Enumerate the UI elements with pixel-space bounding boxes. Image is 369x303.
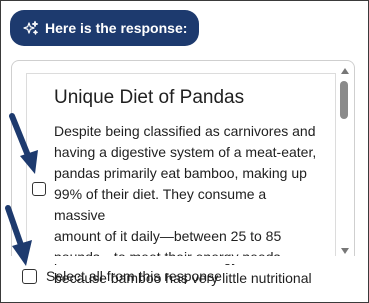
select-all-row[interactable]: Select all from this response <box>22 268 222 284</box>
response-header-label: Here is the response: <box>45 20 188 36</box>
scroll-up-arrow[interactable] <box>341 68 349 74</box>
response-line: 99% of their diet. They consume a massiv… <box>54 186 267 223</box>
response-line: amount of it daily—between 25 to 85 <box>54 228 282 244</box>
response-line: having a digestive system of a meat-eate… <box>54 144 317 160</box>
annotation-arrow-icon <box>5 205 32 266</box>
scrollbar-thumb[interactable] <box>340 81 348 119</box>
paragraph-checkbox[interactable] <box>32 182 46 196</box>
scroll-down-arrow[interactable] <box>341 248 349 254</box>
response-line: pandas primarily eat bamboo, making up <box>54 165 307 181</box>
select-all-checkbox[interactable] <box>22 268 37 284</box>
response-line: Despite being classified as carnivores a… <box>54 123 316 139</box>
annotation-arrow-icon <box>9 113 38 174</box>
select-all-label: Select all from this response <box>46 268 222 284</box>
scroll-area-bottom-mask <box>12 256 342 264</box>
response-header-badge: Here is the response: <box>10 10 200 46</box>
sparkle-icon <box>23 20 39 36</box>
scrollbar[interactable] <box>339 67 351 255</box>
response-title: Unique Diet of Pandas <box>54 87 245 108</box>
